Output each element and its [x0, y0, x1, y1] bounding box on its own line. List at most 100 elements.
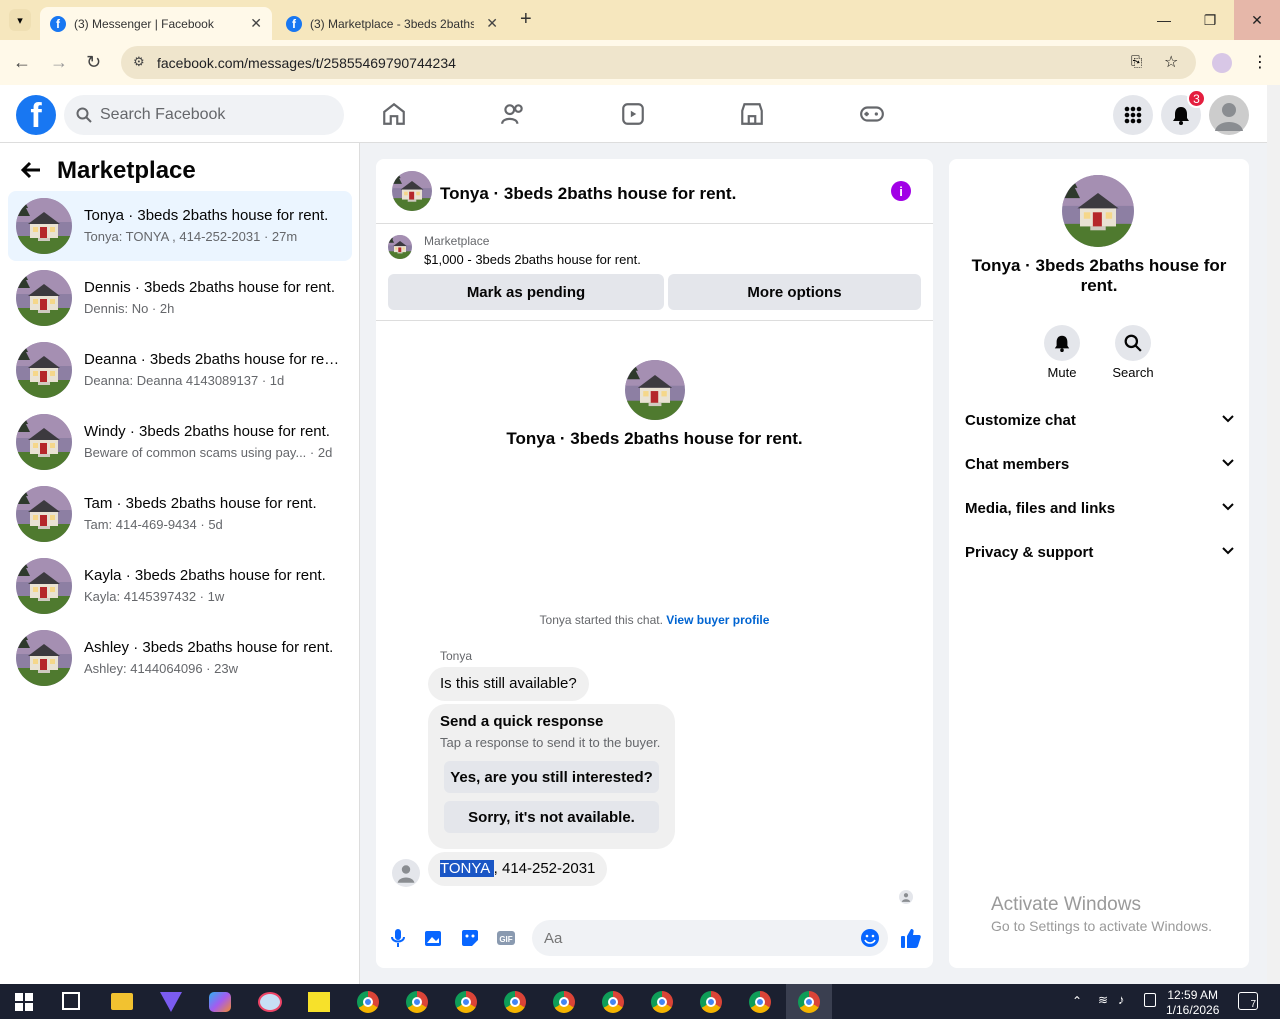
emoji-icon[interactable] [860, 928, 880, 948]
tab-marketplace[interactable]: f (3) Marketplace - 3beds 2baths ✕ [276, 7, 508, 40]
message-bubble[interactable]: Is this still available? [428, 667, 589, 701]
conversation-item[interactable]: Windy · 3beds 2baths house for rent. Bewa… [8, 407, 352, 477]
mark-pending-button[interactable]: Mark as pending [388, 274, 664, 310]
gif-icon[interactable]: GIF [496, 928, 516, 948]
back-arrow-icon[interactable]: ← [13, 52, 31, 73]
reload-icon[interactable]: ↻ [86, 52, 101, 73]
notification-center-icon[interactable]: 7 [1238, 992, 1258, 1010]
quick-response-still-interested[interactable]: Yes, are you still interested? [444, 761, 659, 793]
conversation-name: Ashley · 3beds 2baths house for rent. [84, 639, 334, 656]
close-window-button[interactable]: ✕ [1234, 0, 1280, 40]
chat-panel: Tonya · 3beds 2baths house for rent. i M… [376, 159, 933, 968]
account-avatar[interactable] [1209, 95, 1249, 135]
chat-title[interactable]: Tonya · 3beds 2baths house for rent. [440, 184, 736, 204]
forward-arrow-icon[interactable]: → [50, 52, 68, 73]
task-view-icon[interactable] [62, 992, 80, 1010]
profile-avatar-icon[interactable] [1212, 53, 1232, 73]
clock-time: 12:59 AM [1167, 988, 1219, 1002]
chrome-icon[interactable] [455, 991, 477, 1013]
privacy-support-section[interactable]: Privacy & support [965, 544, 1235, 561]
conversation-snippet: Dennis: No · 2h [84, 301, 340, 316]
chrome-icon[interactable] [798, 991, 820, 1013]
url-text[interactable]: facebook.com/messages/t/2585546979074423… [157, 55, 456, 71]
conversation-item[interactable]: Deanna · 3beds 2baths house for rent. Dea… [8, 335, 352, 405]
bookmark-star-icon[interactable]: ☆ [1164, 52, 1178, 72]
video-icon[interactable] [620, 101, 646, 127]
message-bubble[interactable]: TONYA , 414-252-2031 [428, 852, 608, 886]
menu-kebab-icon[interactable]: ⋮ [1252, 52, 1268, 72]
conversation-item[interactable]: Dennis · 3beds 2baths house for rent. Den… [8, 263, 352, 333]
separator-dot: · [196, 517, 209, 532]
menu-grid-button[interactable] [1113, 95, 1153, 135]
thumbs-up-icon[interactable] [900, 927, 922, 949]
facebook-logo-icon[interactable]: f [16, 95, 56, 135]
quick-response-subtitle: Tap a response to send it to the buyer. [440, 735, 661, 750]
restore-button[interactable]: ❐ [1187, 0, 1233, 40]
proton-vpn-icon[interactable] [160, 992, 182, 1012]
listing-title[interactable]: $1,000 - 3beds 2baths house for rent. [424, 252, 641, 267]
chrome-icon[interactable] [700, 991, 722, 1013]
paint-icon[interactable] [258, 992, 282, 1012]
conversation-item[interactable]: Tonya · 3beds 2baths house for rent. Tony… [8, 191, 352, 261]
site-settings-icon[interactable]: ⚙ [133, 54, 145, 70]
house-avatar [16, 486, 72, 542]
home-icon[interactable] [381, 101, 407, 127]
mute-button[interactable] [1044, 325, 1080, 361]
notification-badge: 3 [1187, 89, 1206, 108]
microphone-icon[interactable] [388, 928, 408, 948]
tab-messenger[interactable]: f (3) Messenger | Facebook ✕ [40, 7, 272, 40]
customize-chat-section[interactable]: Customize chat [965, 412, 1235, 429]
tab-search-button[interactable]: ▾ [9, 9, 31, 31]
wifi-icon[interactable]: ≋ [1098, 993, 1108, 1007]
message-input[interactable] [532, 920, 888, 956]
search-button[interactable] [1115, 325, 1151, 361]
chrome-icon[interactable] [553, 991, 575, 1013]
section-label: Customize chat [965, 412, 1076, 429]
quick-response-not-available[interactable]: Sorry, it's not available. [444, 801, 659, 833]
info-icon[interactable]: i [891, 181, 911, 201]
house-avatar[interactable] [392, 171, 432, 211]
sticky-notes-icon[interactable] [308, 992, 330, 1012]
chrome-icon[interactable] [651, 991, 673, 1013]
sticker-icon[interactable] [460, 928, 480, 948]
new-tab-button[interactable]: + [520, 8, 532, 31]
page-scrollbar[interactable] [1267, 85, 1280, 984]
friends-icon[interactable] [500, 101, 526, 127]
listing-thumbnail[interactable] [388, 235, 412, 259]
more-options-button[interactable]: More options [668, 274, 921, 310]
conversation-item[interactable]: Ashley · 3beds 2baths house for rent. Ash… [8, 623, 352, 693]
conversation-item[interactable]: Tam · 3beds 2baths house for rent. Tam: 4… [8, 479, 352, 549]
windows-start-icon[interactable] [15, 993, 33, 1011]
activate-windows-watermark: Activate Windows Go to Settings to activ… [991, 894, 1212, 934]
close-icon[interactable]: ✕ [250, 15, 262, 32]
chrome-icon[interactable] [749, 991, 771, 1013]
notification-center-count: 7 [1250, 999, 1256, 1010]
copilot-icon[interactable] [209, 992, 231, 1012]
chrome-icon[interactable] [406, 991, 428, 1013]
gaming-icon[interactable] [859, 101, 885, 127]
chrome-icon[interactable] [602, 991, 624, 1013]
conversation-name: Tonya · 3beds 2baths house for rent. [84, 207, 329, 224]
conversation-snippet: Tam: 414-469-9434 · 5d [84, 517, 340, 532]
close-icon[interactable]: ✕ [486, 15, 498, 32]
house-avatar [625, 360, 685, 420]
photo-icon[interactable] [424, 928, 444, 948]
view-buyer-profile-link[interactable]: View buyer profile [666, 613, 769, 627]
omnibox[interactable]: ⚙ facebook.com/messages/t/25855469790744… [121, 46, 1196, 79]
conversation-item[interactable]: Kayla · 3beds 2baths house for rent. Kayl… [8, 551, 352, 621]
media-files-links-section[interactable]: Media, files and links [965, 500, 1235, 517]
system-clock[interactable]: 12:59 AM 1/16/2026 [1166, 988, 1219, 1018]
back-arrow-icon[interactable] [20, 159, 42, 181]
chrome-icon[interactable] [357, 991, 379, 1013]
chat-members-section[interactable]: Chat members [965, 456, 1235, 473]
battery-icon[interactable] [1144, 993, 1156, 1007]
chevron-up-icon[interactable]: ⌃ [1072, 994, 1082, 1008]
marketplace-icon[interactable] [739, 101, 765, 127]
chrome-icon[interactable] [504, 991, 526, 1013]
volume-icon[interactable]: ♪ [1118, 992, 1125, 1007]
search-input[interactable]: Search Facebook [64, 95, 344, 135]
file-explorer-icon[interactable] [111, 993, 133, 1010]
conversation-time: 1w [207, 589, 225, 604]
minimize-button[interactable]: — [1141, 0, 1187, 40]
install-app-icon[interactable]: ⎘ [1131, 53, 1142, 70]
